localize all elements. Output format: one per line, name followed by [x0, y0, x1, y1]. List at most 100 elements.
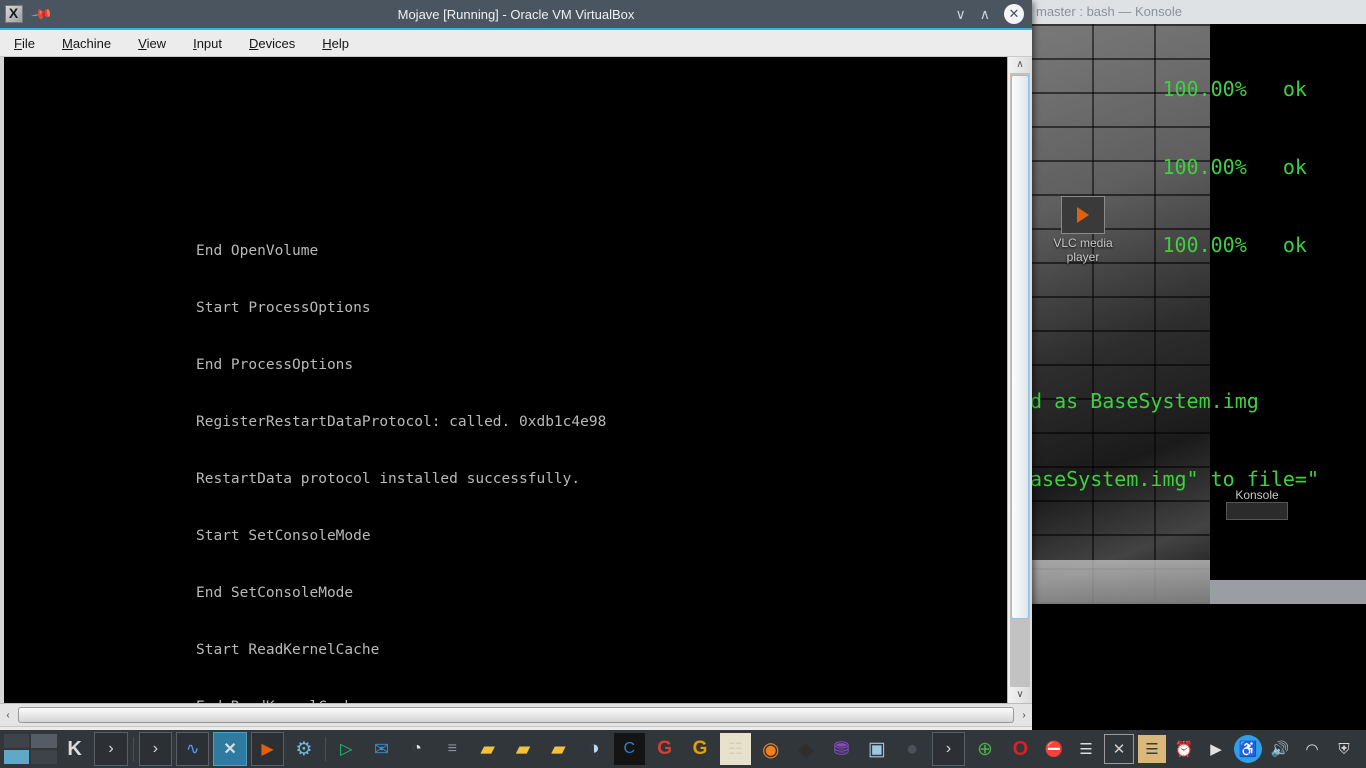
window-title: Mojave [Running] - Oracle VM VirtualBox [397, 6, 635, 22]
accessibility-icon[interactable]: ♿ [1234, 735, 1263, 763]
screen: master : bash — Konsole 100.00% ok 100.0… [0, 0, 1366, 768]
system-settings-icon[interactable]: ⚙ [288, 733, 319, 765]
boot-log-line: Start ProcessOptions [196, 300, 371, 316]
media-play-icon[interactable]: ▶ [1202, 735, 1230, 763]
vm-boot-log: End OpenVolume Start ProcessOptions End … [196, 204, 702, 703]
gnu-icon[interactable]: ◔ [401, 733, 432, 765]
mail-client-icon[interactable]: ✉ [366, 733, 397, 765]
vm-display-area[interactable]: End OpenVolume Start ProcessOptions End … [0, 57, 1032, 703]
wifi-icon[interactable]: ◠ [1298, 735, 1326, 763]
screenshot-tool-icon[interactable]: ▣ [861, 733, 892, 765]
scroll-down-arrow[interactable]: ∨ [1008, 687, 1032, 703]
vm-guest-screen[interactable]: End OpenVolume Start ProcessOptions End … [4, 57, 1008, 703]
konsole-line [1030, 544, 1366, 570]
menu-view-rest: iew [146, 35, 167, 51]
pager-cell-1[interactable] [4, 734, 30, 748]
desktop-pager[interactable] [4, 734, 57, 764]
pager-cell-2[interactable] [31, 734, 57, 748]
boot-log-line: RegisterRestartDataProtocol: called. 0xd… [196, 414, 607, 430]
folder-2-icon[interactable]: ▰ [507, 733, 538, 765]
volume-icon[interactable]: 🔊 [1266, 735, 1294, 763]
security-shield-icon[interactable]: ⛨ [1330, 735, 1358, 763]
code-editor-icon[interactable]: C [613, 733, 645, 765]
text-document-icon[interactable]: ☷ [719, 733, 752, 765]
task-list-icon[interactable]: ≡ [437, 733, 468, 765]
google-search-icon[interactable]: G [684, 733, 715, 765]
system-tray[interactable]: ⛔ ☰ ✕ ☰ ⏰ ▶ ♿ 🔊 ◠ ⛨ [1038, 734, 1366, 764]
horizontal-scrollbar[interactable]: ‹ › [0, 703, 1032, 726]
terminal-2-icon[interactable]: › [138, 732, 173, 766]
menu-item-view[interactable]: View [138, 36, 166, 51]
pager-cell-4[interactable] [31, 750, 57, 764]
taskbar-divider [132, 737, 134, 761]
vertical-scrollbar[interactable]: ∧ ∨ [1007, 57, 1032, 703]
folder-3-icon[interactable]: ▰ [543, 733, 574, 765]
vlc-media-player-icon [1061, 196, 1105, 234]
konsole-panel-strip [1210, 580, 1366, 604]
google-chrome-icon[interactable]: G [649, 733, 680, 765]
terminal-icon[interactable]: › [94, 732, 128, 766]
maximize-button[interactable]: ∧ [980, 7, 990, 21]
scroll-left-arrow[interactable]: ‹ [0, 710, 16, 721]
konsole-window[interactable]: master : bash — Konsole 100.00% ok 100.0… [1030, 0, 1366, 604]
user-status-icon[interactable]: ⛔ [1040, 735, 1068, 763]
opera-icon[interactable]: O [1005, 733, 1036, 765]
menu-input-rest: nput [196, 35, 223, 51]
virtualbox-icon[interactable]: ✕ [213, 732, 247, 766]
taskbar[interactable]: K › › ∿ ✕ ▶ ⚙ ▷ ✉ ◔ ≡ ▰ ▰ ▰ ◑ C G G ☷ ◉ … [0, 730, 1366, 768]
boot-log-line: End OpenVolume [196, 243, 319, 259]
menu-item-input[interactable]: Input [193, 36, 222, 51]
vertical-scroll-thumb[interactable] [1011, 75, 1029, 619]
close-button[interactable]: ✕ [1004, 4, 1024, 24]
boot-log-line: End SetConsoleMode [196, 585, 354, 601]
konsole-line: d as BaseSystem.img [1030, 389, 1259, 413]
konsole-output: 100.00% ok 100.00% ok 100.00% ok d as Ba… [1030, 24, 1366, 604]
menu-item-machine[interactable]: Machine [62, 36, 111, 51]
firefox-icon[interactable]: ◉ [755, 733, 786, 765]
volume-dial-icon[interactable]: ● [897, 733, 928, 765]
folder-icon[interactable]: ▰ [472, 733, 503, 765]
konsole-line: aseSystem.img" to file=" [1030, 467, 1319, 491]
database-icon[interactable]: ⛃ [826, 733, 857, 765]
diamond-app-icon[interactable]: ◆ [790, 733, 821, 765]
desktop-icon-label: VLC media player [1053, 236, 1113, 264]
konsole-line: 100.00% ok [1030, 77, 1307, 101]
menu-machine-rest: achine [72, 35, 112, 51]
menu-item-file[interactable]: File [14, 36, 35, 51]
desktop-icon-vlc[interactable]: VLC media player [1038, 196, 1128, 264]
scroll-right-arrow[interactable]: › [1016, 710, 1032, 721]
boot-log-line: End ProcessOptions [196, 357, 354, 373]
window-controls: ∨ ∧ ✕ [956, 4, 1024, 24]
menu-devices-rest: evices [258, 35, 296, 51]
menu-item-devices[interactable]: Devices [249, 36, 295, 51]
desktop-icon-konsole[interactable]: Konsole [1212, 488, 1302, 520]
boot-log-line: Start ReadKernelCache [196, 642, 380, 658]
vbox-menubar[interactable]: File Machine View Input Devices Help [0, 30, 1032, 57]
image-placeholder-icon[interactable]: ✕ [1104, 734, 1135, 764]
system-monitor-icon[interactable]: ∿ [176, 732, 210, 766]
menu-help-rest: elp [331, 35, 350, 51]
browser-sphere-icon[interactable]: ◑ [578, 733, 609, 765]
boot-log-line: Start SetConsoleMode [196, 528, 371, 544]
horizontal-scroll-thumb[interactable] [18, 707, 1014, 723]
menu-item-help[interactable]: Help [322, 36, 349, 51]
desktop-icon-label: Konsole [1235, 488, 1279, 502]
alarm-clock-icon[interactable]: ⏰ [1170, 735, 1198, 763]
taskbar-divider-2 [324, 737, 326, 761]
media-player-icon[interactable]: ▶ [250, 732, 285, 766]
globe-icon[interactable]: ⊕ [969, 733, 1000, 765]
vbox-titlebar[interactable]: X 📌 Mojave [Running] - Oracle VM Virtual… [0, 0, 1032, 30]
minimize-button[interactable]: ∨ [956, 7, 966, 21]
video-app-icon[interactable]: ▷ [331, 733, 362, 765]
menu-file-rest: ile [21, 35, 35, 51]
konsole-line [1030, 310, 1366, 336]
scroll-up-arrow[interactable]: ∧ [1008, 57, 1032, 73]
virtualbox-window[interactable]: X 📌 Mojave [Running] - Oracle VM Virtual… [0, 0, 1032, 755]
konsole-titlebar: master : bash — Konsole [1030, 0, 1366, 24]
clipboard-icon[interactable]: ☰ [1072, 735, 1100, 763]
clipboard-manager-icon[interactable]: ☰ [1138, 735, 1167, 763]
pager-cell-3[interactable] [4, 750, 30, 764]
konsole-icon[interactable]: › [931, 732, 966, 766]
kde-menu-icon[interactable]: K [59, 733, 90, 765]
boot-log-line: RestartData protocol installed successfu… [196, 471, 581, 487]
